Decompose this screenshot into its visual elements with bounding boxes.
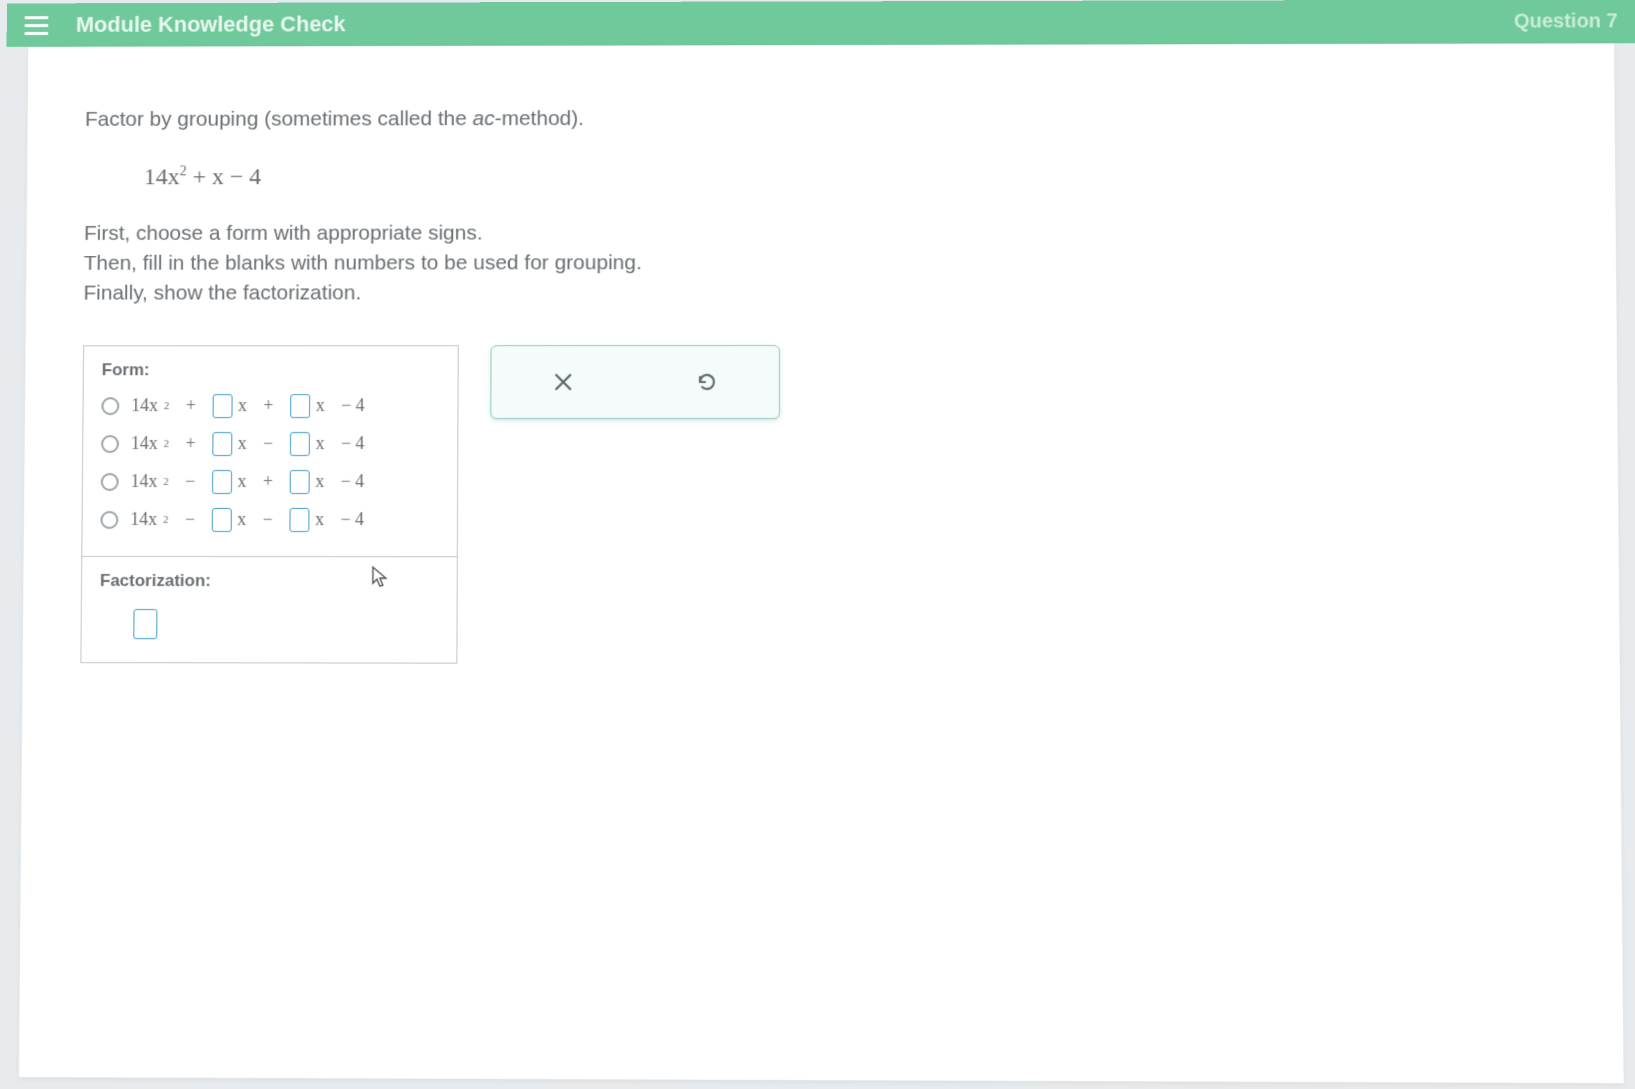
prompt-suffix: -method). [495,107,584,130]
prompt-method: ac [473,107,495,130]
expr-lead: 14x [144,164,180,190]
instruction-line-3: Finally, show the factorization. [83,278,1558,310]
form-option-1[interactable]: 14x2 + x + x − 4 [101,394,439,418]
form-radio-3[interactable] [101,473,119,491]
form-section: Form: 14x2 + x + x − 4 [82,346,457,556]
menu-icon[interactable] [25,16,49,35]
header-title: Module Knowledge Check [76,11,346,37]
question-page: Factor by grouping (sometimes called the… [19,43,1624,1083]
form-expr-2: 14x2 + x − x − 4 [131,432,365,456]
expression: 14x2 + x − 4 [144,161,1557,191]
close-icon [552,371,574,393]
work-area: Form: 14x2 + x + x − 4 [80,344,1561,665]
factorization-label: Factorization: [100,571,439,591]
tool-palette [490,345,780,419]
form-option-4[interactable]: 14x2 − x − x − 4 [100,508,439,532]
form-expr-4: 14x2 − x − x − 4 [130,508,364,532]
blank-input[interactable] [212,470,232,494]
blank-input[interactable] [289,508,309,532]
instructions: First, choose a form with appropriate si… [83,217,1558,310]
form-label: Form: [102,360,440,380]
form-expr-3: 14x2 − x + x − 4 [130,470,364,494]
factorization-input[interactable] [133,609,157,639]
form-radio-4[interactable] [100,511,118,529]
instruction-line-1: First, choose a form with appropriate si… [84,217,1557,249]
form-radio-2[interactable] [101,435,119,453]
factorization-section: Factorization: [81,556,456,663]
form-radio-1[interactable] [101,397,119,415]
question-prompt: Factor by grouping (sometimes called the… [85,101,1557,135]
form-expr-1: 14x2 + x + x − 4 [131,394,365,418]
form-option-2[interactable]: 14x2 + x − x − 4 [101,432,439,456]
blank-input[interactable] [290,394,310,418]
undo-icon [695,370,719,394]
clear-button[interactable] [543,362,583,402]
expr-tail: + x − 4 [187,164,262,190]
answer-panel: Form: 14x2 + x + x − 4 [80,345,458,663]
instruction-line-2: Then, fill in the blanks with numbers to… [84,247,1558,279]
blank-input[interactable] [290,432,310,456]
reset-button[interactable] [687,362,727,402]
blank-input[interactable] [211,508,231,532]
blank-input[interactable] [212,432,232,456]
question-number-label: Question 7 [1514,10,1618,33]
blank-input[interactable] [212,394,232,418]
blank-input[interactable] [289,470,309,494]
form-option-3[interactable]: 14x2 − x + x − 4 [101,470,440,494]
app-header: Module Knowledge Check Question 7 [7,0,1635,47]
prompt-prefix: Factor by grouping (sometimes called the [85,107,473,131]
